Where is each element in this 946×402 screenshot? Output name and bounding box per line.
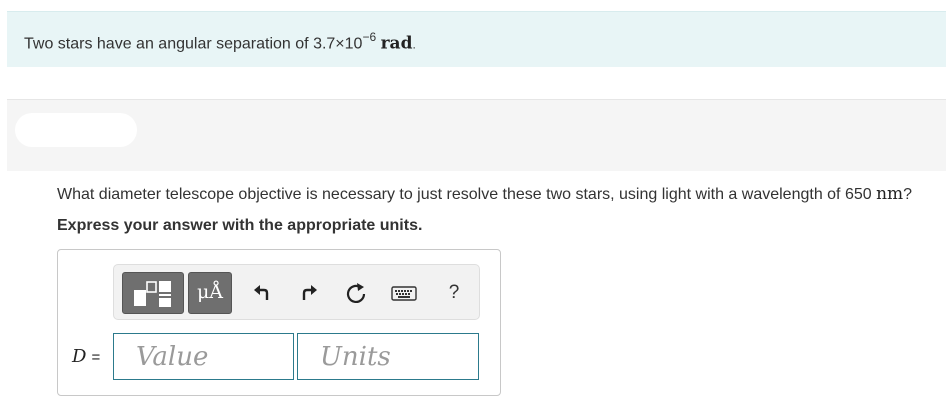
math-toolbar: μÅ ? [113, 264, 480, 320]
value-field-wrapper [113, 333, 294, 380]
problem-unit: rad [380, 33, 413, 54]
question-unit: nm [876, 184, 904, 204]
units-icon: μÅ [196, 281, 224, 303]
problem-text: Two stars have an angular separation of … [24, 30, 416, 54]
answer-variable: D [72, 346, 87, 367]
question-text: What diameter telescope objective is nec… [57, 184, 912, 204]
answer-equals: = [91, 349, 101, 366]
undo-icon [254, 285, 269, 300]
question-suffix: ? [903, 186, 913, 203]
redo-button[interactable] [295, 279, 323, 307]
templates-button[interactable] [122, 272, 184, 314]
reset-icon [346, 283, 366, 303]
reset-button[interactable] [342, 279, 370, 307]
help-icon: ? [448, 282, 460, 303]
keyboard-icon [391, 286, 417, 301]
instruction-text: Express your answer with the appropriate… [57, 217, 423, 234]
undo-button[interactable] [248, 279, 276, 307]
problem-exponent: −6 [362, 30, 377, 44]
units-button[interactable]: μÅ [188, 272, 232, 314]
templates-icon [134, 281, 171, 307]
redacted-label [15, 113, 137, 147]
page: Two stars have an angular separation of … [0, 0, 946, 402]
problem-statement: Two stars have an angular separation of … [7, 11, 946, 67]
units-field-wrapper [297, 333, 479, 380]
units-input[interactable] [298, 334, 478, 379]
question-body: What diameter telescope objective is nec… [57, 186, 877, 203]
part-header [7, 99, 946, 171]
answer-box: μÅ ? D = Value Units [57, 249, 501, 396]
help-button[interactable]: ? [440, 279, 468, 307]
redo-icon [302, 285, 317, 300]
problem-period: . [412, 37, 416, 52]
answer-variable-label: D = [72, 346, 100, 367]
problem-text-prefix: Two stars have an angular separation of … [24, 35, 363, 53]
value-input[interactable] [114, 334, 293, 379]
keyboard-button[interactable] [390, 279, 418, 307]
